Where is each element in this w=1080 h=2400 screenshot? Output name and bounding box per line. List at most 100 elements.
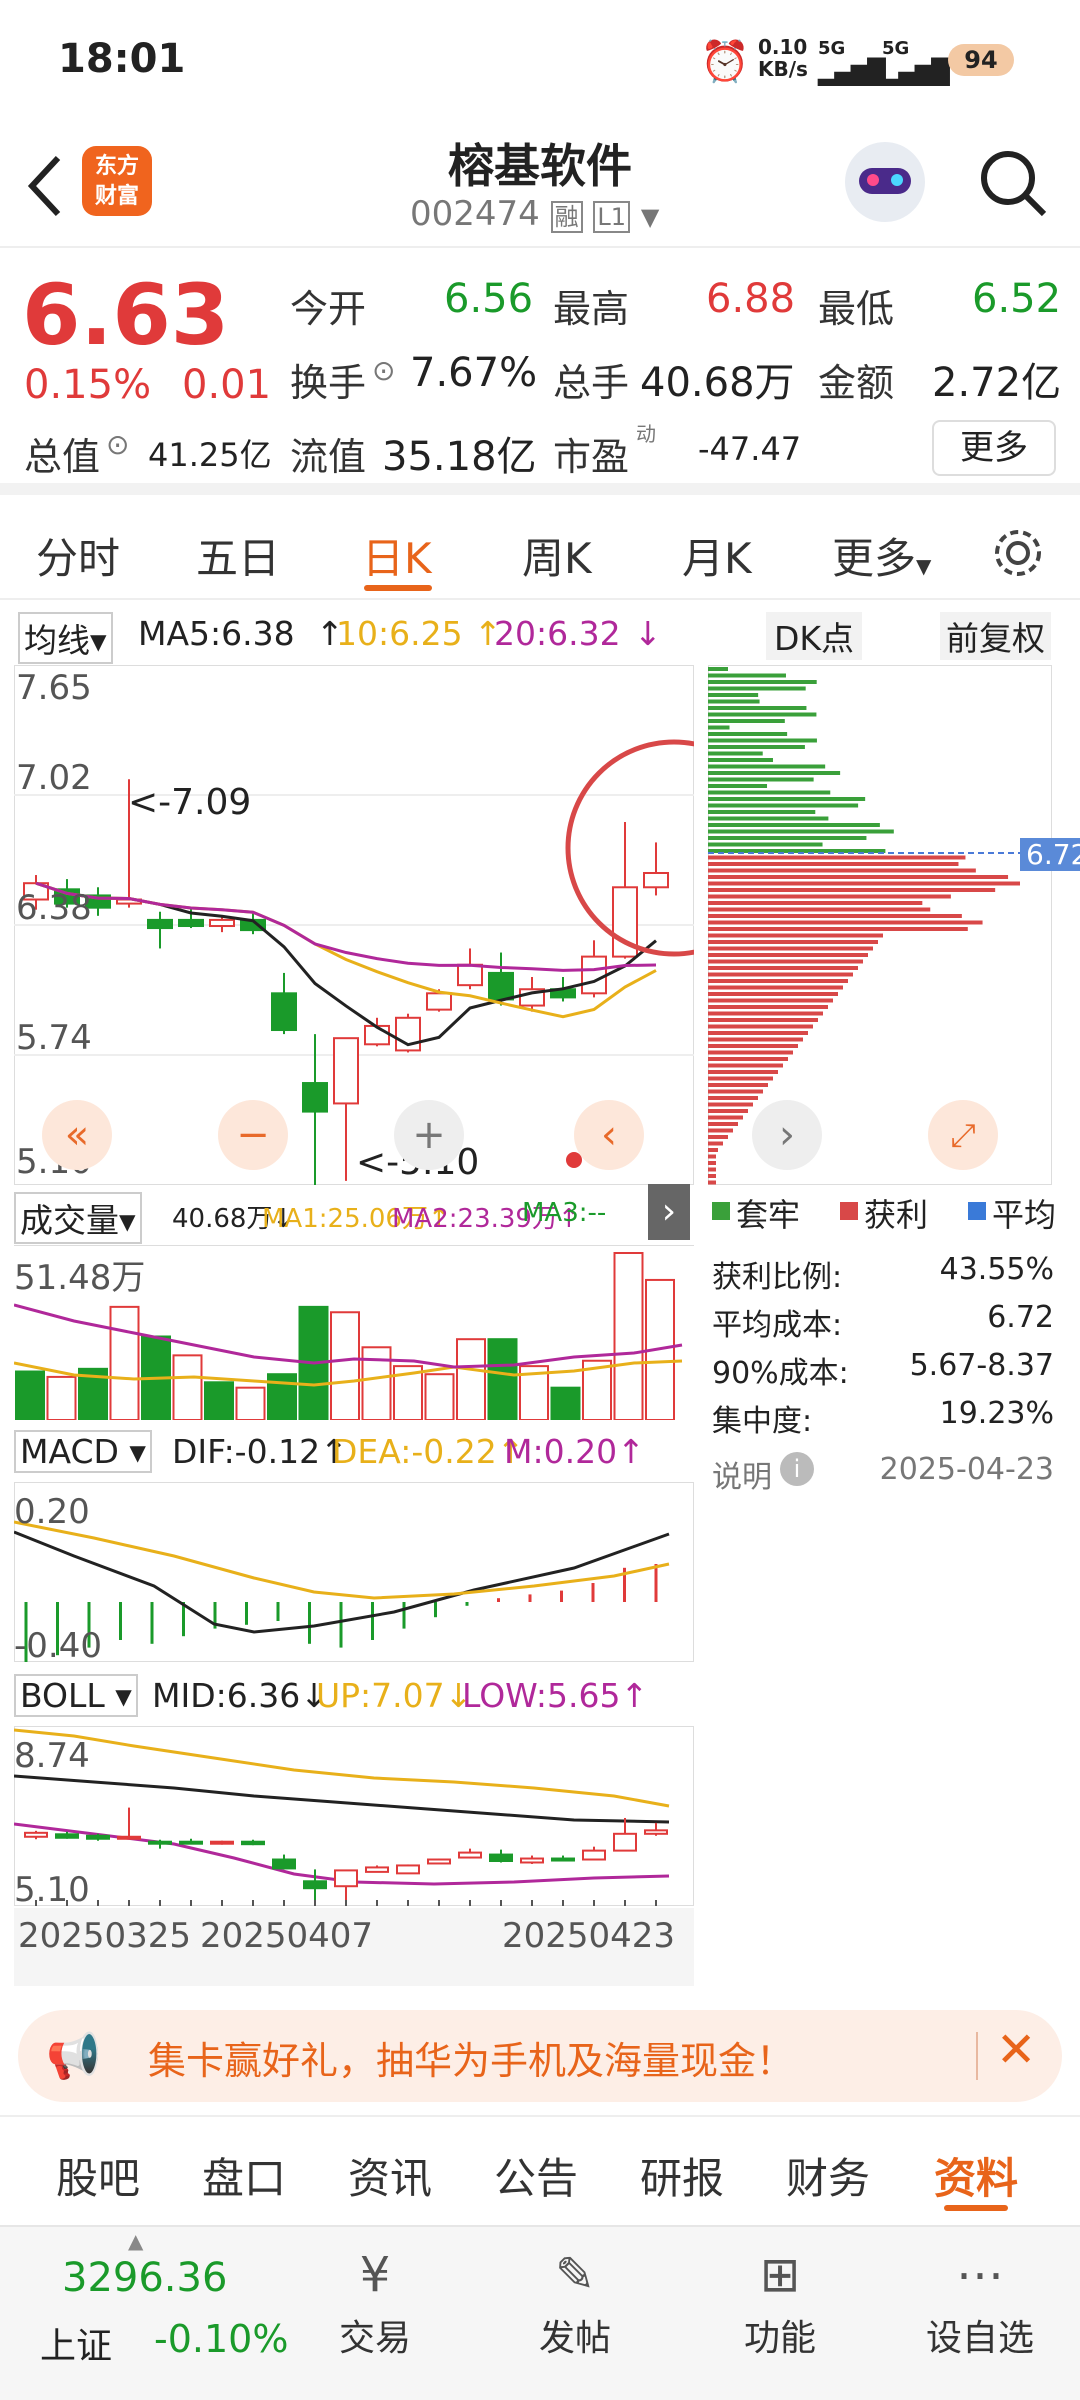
- expand-arrow-icon[interactable]: ›: [648, 1184, 690, 1240]
- chip-bar: [708, 1070, 778, 1074]
- macd-m: M:0.20↑: [504, 1432, 645, 1471]
- adjust-button[interactable]: 前复权: [940, 612, 1051, 660]
- legend-swatch-profit: [840, 1202, 858, 1220]
- period-tabs: 分时 五日 日K 周K 月K 更多▼: [0, 505, 1080, 600]
- chip-bar: [708, 1174, 716, 1178]
- legend-average: 平均: [992, 1196, 1057, 1234]
- volume-bar: [235, 1386, 266, 1420]
- nav-post[interactable]: ✎ 发帖: [495, 2247, 655, 2361]
- legend-profit: 获利: [864, 1196, 929, 1234]
- crosshair-button[interactable]: +: [394, 1100, 464, 1170]
- chip-bar: [708, 992, 838, 996]
- tab-order-book[interactable]: 盘口: [202, 2145, 286, 2206]
- boll-chart[interactable]: [14, 1726, 694, 1906]
- volume-value: 40.68万: [640, 360, 795, 406]
- turnover-label: 换手: [290, 361, 367, 405]
- chip-bar: [708, 797, 866, 801]
- index-change: -0.10%: [154, 2317, 289, 2361]
- back-icon[interactable]: [24, 154, 64, 218]
- chip-bar: [708, 946, 873, 951]
- chip-bar: [708, 725, 730, 730]
- close-icon[interactable]: ✕: [996, 2022, 1036, 2078]
- scroll-left-button[interactable]: «: [42, 1100, 112, 1170]
- boll-candle: [148, 1840, 172, 1845]
- tab-profile[interactable]: 资料: [934, 2145, 1018, 2206]
- margin-tag: 融: [550, 201, 583, 233]
- zoom-out-button[interactable]: −: [218, 1100, 288, 1170]
- more-button[interactable]: 更多: [932, 420, 1056, 476]
- stock-code-row[interactable]: 002474 融 L1 ▼: [410, 194, 659, 234]
- fullscreen-icon[interactable]: ⤢: [928, 1100, 998, 1170]
- chip-bar: [708, 829, 894, 834]
- chip-bar: [708, 914, 962, 918]
- chip-bar: [708, 1154, 716, 1159]
- float-cap-value: 35.18亿: [382, 434, 537, 480]
- chip-bar: [708, 927, 968, 931]
- robot-assistant-icon[interactable]: [845, 142, 925, 222]
- tab-daily-k[interactable]: 日K: [362, 525, 432, 586]
- megaphone-icon: 📢: [46, 2031, 101, 2082]
- volume-bar: [550, 1386, 581, 1420]
- chip-distribution-chart[interactable]: [708, 665, 1052, 1185]
- index-name: 上证: [40, 2326, 113, 2367]
- chip-bar: [708, 1109, 748, 1113]
- nav-add-watchlist[interactable]: ⋯ 设自选: [900, 2247, 1060, 2361]
- chip-bar: [708, 862, 959, 866]
- gear-icon[interactable]: [990, 525, 1046, 581]
- index-value[interactable]: 3296.36: [62, 2255, 227, 2301]
- tab-research[interactable]: 研报: [640, 2145, 724, 2206]
- nav-trade[interactable]: ¥ 交易: [295, 2247, 455, 2361]
- candle: [302, 1082, 328, 1113]
- tab-five-day[interactable]: 五日: [196, 525, 280, 586]
- market-cap-value: 41.25亿: [148, 436, 272, 474]
- nav-functions[interactable]: ⊞ 功能: [700, 2247, 860, 2361]
- next-button[interactable]: ›: [752, 1100, 822, 1170]
- chip-bar: [708, 719, 785, 723]
- candle: [643, 872, 669, 889]
- boll-candle: [86, 1834, 110, 1840]
- tab-announcements[interactable]: 公告: [494, 2145, 578, 2206]
- avg-cost-label: 6.72: [1020, 838, 1080, 871]
- boll-candle: [303, 1880, 327, 1890]
- tab-weekly-k[interactable]: 周K: [522, 525, 592, 586]
- boll-selector[interactable]: BOLL ▾: [14, 1674, 138, 1717]
- info-icon[interactable]: ⊙: [106, 428, 129, 461]
- tab-forum[interactable]: 股吧: [56, 2145, 140, 2206]
- chip-date: 2025-04-23: [879, 1452, 1054, 1487]
- previous-button[interactable]: ‹: [574, 1100, 644, 1170]
- tab-news[interactable]: 资讯: [348, 2145, 432, 2206]
- level-tag: L1: [593, 201, 631, 233]
- tab-monthly-k[interactable]: 月K: [682, 525, 752, 586]
- dk-point-button[interactable]: DK点: [766, 612, 863, 660]
- macd-chart[interactable]: [14, 1482, 694, 1662]
- indicator-selector[interactable]: 成交量▾: [14, 1192, 142, 1244]
- info-icon[interactable]: i: [780, 1452, 814, 1486]
- note-link[interactable]: 说明: [712, 1452, 772, 1496]
- tab-intraday[interactable]: 分时: [36, 525, 120, 586]
- volume-bar: [613, 1252, 644, 1420]
- date-label: 20250407: [200, 1916, 374, 1956]
- volume-bar: [330, 1311, 360, 1420]
- chip-bar: [708, 1083, 768, 1087]
- macd-selector[interactable]: MACD ▾: [14, 1430, 152, 1473]
- info-icon[interactable]: ⊙: [372, 354, 395, 387]
- chip-bar: [708, 1031, 808, 1035]
- tab-more[interactable]: 更多▼: [832, 525, 931, 586]
- candle: [581, 955, 607, 995]
- tab-finance[interactable]: 财务: [786, 2145, 870, 2206]
- ma-selector[interactable]: 均线▾: [18, 612, 113, 664]
- boll-candle: [644, 1829, 668, 1835]
- promo-banner[interactable]: 📢 集卡赢好礼，抽华为手机及海量现金！ ✕: [18, 2010, 1062, 2102]
- boll-candle: [179, 1840, 203, 1845]
- kline-legend: 均线▾ MA5:6.38 ↑ 10:6.25 ↑ 20:6.32 ↓ DK点 前…: [14, 608, 1074, 664]
- app-logo[interactable]: 东方 财富: [82, 146, 152, 216]
- y-tick: 5.74: [16, 1018, 92, 1058]
- chevron-down-icon: ▼: [916, 554, 932, 578]
- pe-dynamic-mark: 动: [636, 422, 656, 446]
- float-cap-label: 流值: [290, 435, 367, 479]
- pe-value: -47.47: [698, 430, 802, 468]
- active-tab-indicator: [364, 585, 432, 591]
- chip-bar: [708, 777, 814, 782]
- search-icon[interactable]: [978, 148, 1048, 218]
- macd-dif: DIF:-0.12↑: [172, 1432, 348, 1471]
